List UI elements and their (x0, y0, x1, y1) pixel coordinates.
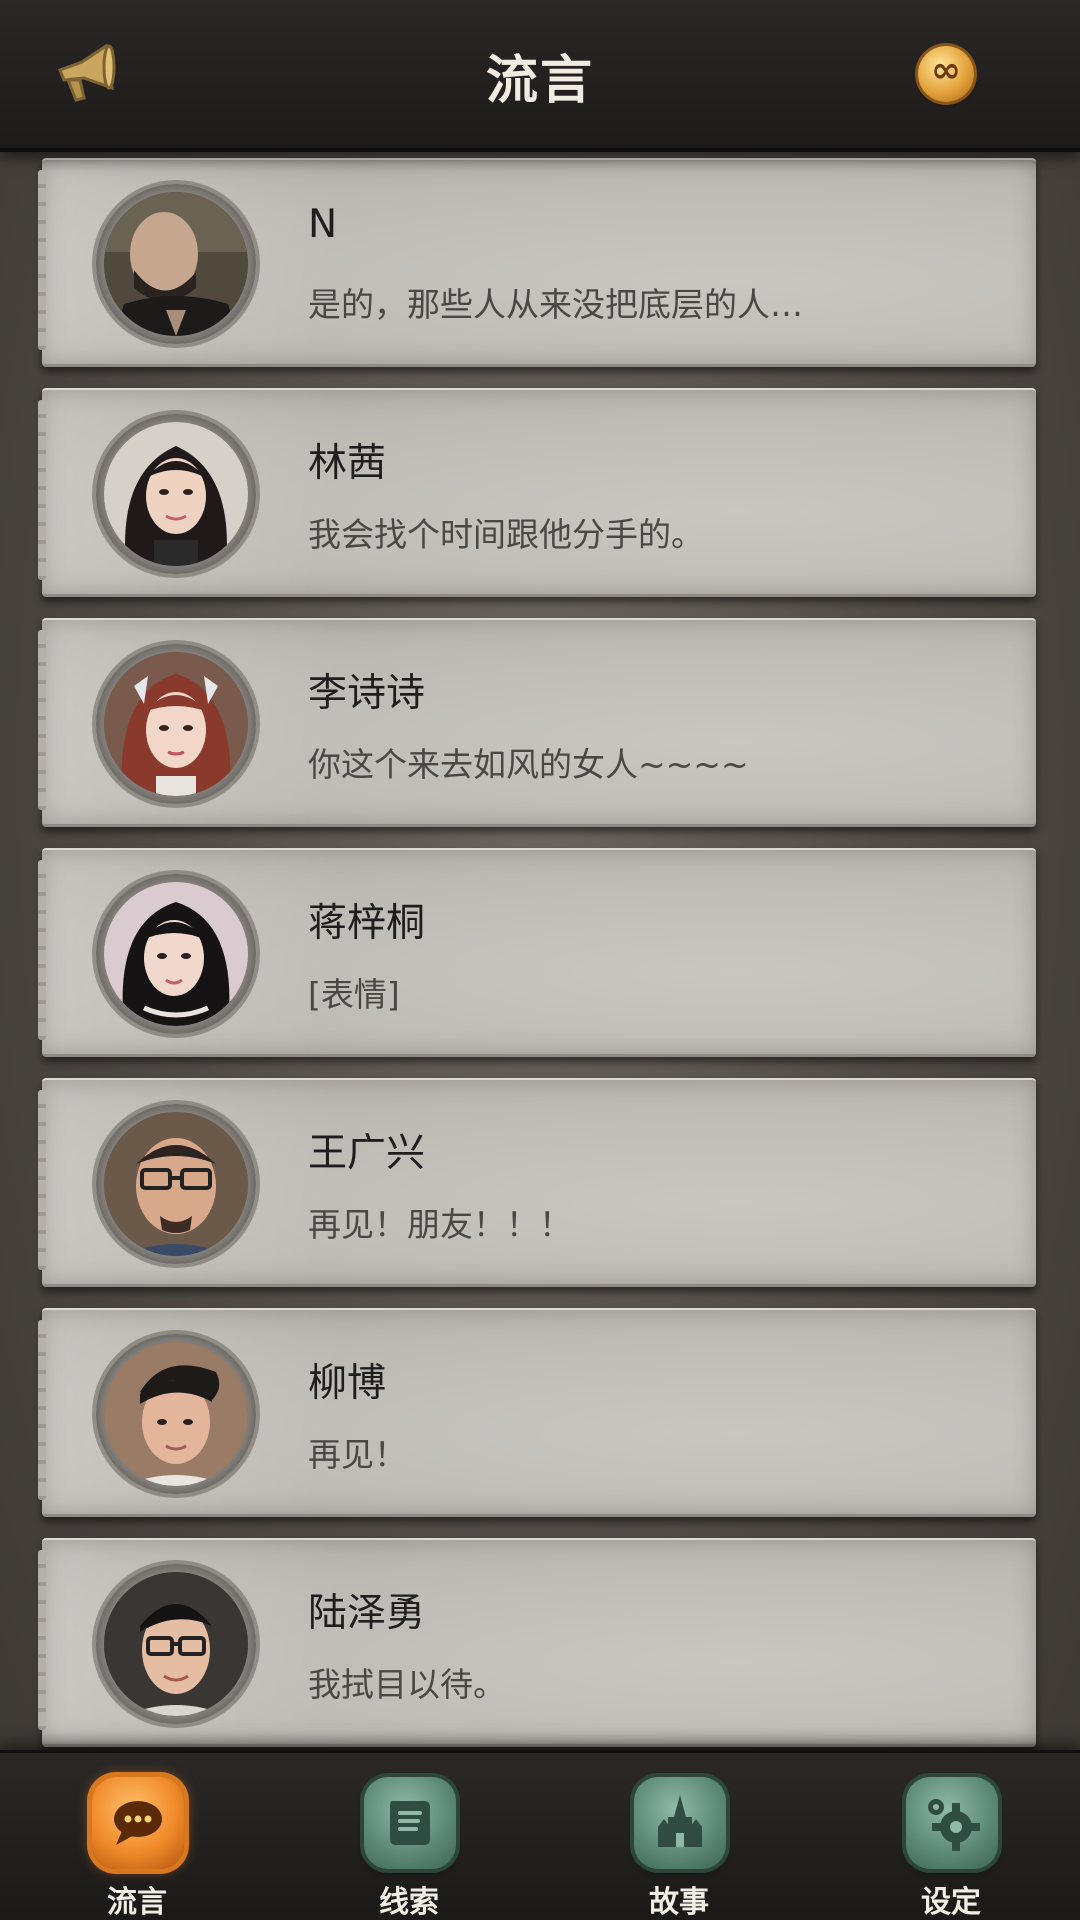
message-preview: [表情] (308, 975, 400, 1014)
top-bar: 流言 ∞ (0, 0, 1080, 152)
avatar (96, 874, 256, 1034)
contact-name: 柳博 (308, 1361, 387, 1406)
contact-name: 王广兴 (308, 1131, 426, 1176)
contact-name: 林茜 (308, 441, 387, 486)
message-preview: 你这个来去如风的女人~~~~ (308, 745, 749, 784)
contact-name: 蒋梓桐 (308, 901, 426, 946)
contact-name: 李诗诗 (308, 671, 426, 716)
tab-label: 线索 (379, 1885, 439, 1920)
conversation-item[interactable]: 陆泽勇 我拭目以待。 (38, 1538, 1036, 1747)
conversation-item[interactable]: N 是的，那些人从来没把底层的人… (38, 158, 1036, 367)
message-preview: 我会找个时间跟他分手的。 (308, 515, 704, 554)
castle-icon (634, 1777, 726, 1869)
message-preview: 我拭目以待。 (308, 1665, 506, 1704)
tab-label: 设定 (921, 1885, 981, 1920)
conversation-item[interactable]: 王广兴 再见！朋友！！！ (38, 1078, 1036, 1287)
bottom-tab-bar: 流言 线索 故事 设定 (0, 1750, 1080, 1920)
conversation-item[interactable]: 柳博 再见！ (38, 1308, 1036, 1517)
conversation-item[interactable]: 李诗诗 你这个来去如风的女人~~~~ (38, 618, 1036, 827)
avatar (96, 1104, 256, 1264)
tab-clues[interactable]: 线索 (354, 1777, 464, 1920)
tab-story[interactable]: 故事 (624, 1777, 734, 1920)
conversation-list[interactable]: N 是的，那些人从来没把底层的人… 林茜 我会找个时间跟他分手的。 李诗诗 你这… (0, 152, 1080, 1750)
message-preview: 再见！ (308, 1435, 407, 1474)
avatar (96, 644, 256, 804)
tab-label: 流言 (107, 1885, 167, 1920)
gear-icon (906, 1777, 998, 1869)
message-preview: 再见！朋友！！！ (308, 1205, 572, 1244)
contact-name: 陆泽勇 (308, 1591, 426, 1636)
conversation-item[interactable]: 林茜 我会找个时间跟他分手的。 (38, 388, 1036, 597)
chat-bubble-icon (92, 1777, 184, 1869)
infinity-coin-icon[interactable]: ∞ (918, 46, 974, 102)
contact-name: N (308, 202, 338, 247)
avatar (96, 414, 256, 574)
conversation-item[interactable]: 蒋梓桐 [表情] (38, 848, 1036, 1057)
avatar (96, 1564, 256, 1724)
tab-settings[interactable]: 设定 (896, 1777, 1006, 1920)
avatar (96, 184, 256, 344)
tab-label: 故事 (649, 1885, 709, 1920)
avatar (96, 1334, 256, 1494)
scroll-icon (364, 1777, 456, 1869)
tab-rumors[interactable]: 流言 (82, 1777, 192, 1920)
message-preview: 是的，那些人从来没把底层的人… (308, 285, 803, 324)
